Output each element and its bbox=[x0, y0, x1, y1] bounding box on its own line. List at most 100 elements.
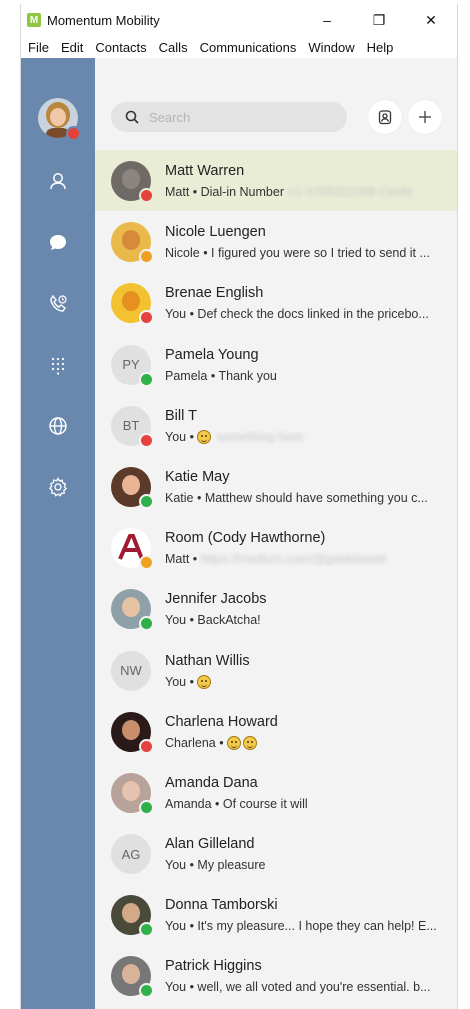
avatar: PY bbox=[111, 344, 154, 387]
contact-name: Nathan Willis bbox=[165, 652, 250, 669]
preview-text: Amanda • Of course it will bbox=[165, 796, 308, 811]
preview-text: You • bbox=[165, 674, 194, 689]
contact-name: Bill T bbox=[165, 407, 197, 424]
chat-icon[interactable] bbox=[43, 228, 73, 258]
avatar bbox=[111, 772, 154, 815]
conversation-item[interactable]: Charlena Howard Charlena • bbox=[95, 701, 457, 762]
contact-card-button[interactable] bbox=[368, 100, 402, 134]
contacts-icon[interactable] bbox=[43, 166, 73, 196]
presence-available-icon bbox=[139, 983, 154, 999]
avatar bbox=[111, 956, 154, 999]
close-button[interactable]: ✕ bbox=[405, 4, 457, 36]
contact-name: Brenae English bbox=[165, 285, 264, 302]
search-input[interactable] bbox=[149, 109, 329, 125]
avatar-initials: NW bbox=[111, 650, 151, 691]
preview-text: You • It's my pleasure... I hope they ca… bbox=[165, 919, 437, 934]
avatar bbox=[111, 466, 154, 509]
avatar-initials: AG bbox=[111, 834, 151, 875]
conversation-item[interactable]: PY Pamela Young Pamela • Thank you bbox=[95, 334, 457, 395]
presence-busy-icon bbox=[139, 310, 154, 326]
plus-icon bbox=[419, 111, 431, 123]
contact-name: Nicole Luengen bbox=[165, 224, 266, 241]
contact-name: Katie May bbox=[165, 468, 230, 485]
avatar bbox=[111, 283, 154, 326]
sidebar bbox=[21, 58, 95, 1009]
presence-available-icon bbox=[139, 799, 154, 815]
preview-text: Matt • Dial-in Number bbox=[165, 185, 284, 199]
presence-available-icon bbox=[139, 616, 154, 632]
preview-text: You • Def check the docs linked in the p… bbox=[165, 307, 429, 322]
preview-text: You • BackAtcha! bbox=[165, 613, 261, 628]
dialpad-icon[interactable] bbox=[43, 350, 73, 380]
minimize-button[interactable]: – bbox=[301, 4, 353, 36]
redacted-text: +1-4706321008 Confe bbox=[287, 185, 413, 199]
phone-icon[interactable] bbox=[43, 289, 73, 319]
restore-button[interactable]: ❐ bbox=[353, 4, 405, 36]
message-preview: You • something here bbox=[165, 429, 447, 444]
conversation-item[interactable]: NW Nathan Willis You • bbox=[95, 640, 457, 701]
menu-edit[interactable]: Edit bbox=[61, 40, 83, 55]
preview-text: You • well, we all voted and you're esse… bbox=[165, 980, 431, 995]
menu-contacts[interactable]: Contacts bbox=[95, 40, 146, 55]
new-conversation-button[interactable] bbox=[408, 100, 442, 134]
message-preview: Charlena • bbox=[165, 735, 447, 750]
conversation-item[interactable]: Nicole Luengen Nicole • I figured you wer… bbox=[95, 211, 457, 272]
contact-name: Pamela Young bbox=[165, 346, 259, 363]
avatar bbox=[111, 161, 154, 203]
message-preview: Nicole • I figured you were so I tried t… bbox=[165, 246, 447, 260]
preview-text: Katie • Matthew should have something yo… bbox=[165, 490, 428, 505]
emoji-icon bbox=[197, 674, 212, 689]
conversation-item[interactable]: BT Bill T You • something here bbox=[95, 395, 457, 456]
avatar: NW bbox=[111, 650, 151, 691]
contact-name: Alan Gilleland bbox=[165, 836, 255, 853]
conversation-item[interactable]: Matt Warren Matt • Dial-in Number +1-4706… bbox=[95, 150, 457, 212]
avatar: AG bbox=[111, 834, 151, 875]
presence-available-icon bbox=[139, 371, 154, 387]
conversation-item[interactable]: Donna Tamborski You • It's my pleasure...… bbox=[95, 884, 457, 945]
menu-communications[interactable]: Communications bbox=[200, 40, 297, 55]
conversation-item[interactable]: Jennifer Jacobs You • BackAtcha! bbox=[95, 578, 457, 639]
conversation-item[interactable]: Brenae English You • Def check the docs l… bbox=[95, 272, 457, 333]
avatar bbox=[111, 711, 154, 754]
conversation-list: Matt Warren Matt • Dial-in Number +1-4706… bbox=[95, 150, 457, 1007]
message-preview: Pamela • Thank you bbox=[165, 369, 447, 383]
message-preview: You • It's my pleasure... I hope they ca… bbox=[165, 919, 447, 933]
globe-icon[interactable] bbox=[43, 411, 73, 441]
emoji-icon bbox=[197, 429, 212, 444]
window-title: Momentum Mobility bbox=[47, 12, 160, 28]
presence-available-icon bbox=[139, 493, 154, 509]
contact-name: Room (Cody Hawthorne) bbox=[165, 530, 326, 547]
menu-help[interactable]: Help bbox=[367, 40, 394, 55]
presence-busy-icon bbox=[139, 432, 154, 448]
menu-calls[interactable]: Calls bbox=[159, 40, 188, 55]
avatar bbox=[111, 589, 154, 632]
conversation-item[interactable]: Patrick Higgins You • well, we all voted … bbox=[95, 945, 457, 1006]
presence-busy-icon bbox=[139, 188, 154, 203]
menu-bar: File Edit Contacts Calls Communications … bbox=[21, 36, 457, 58]
menu-window[interactable]: Window bbox=[308, 40, 354, 55]
contact-name: Jennifer Jacobs bbox=[165, 591, 267, 608]
menu-file[interactable]: File bbox=[28, 40, 49, 55]
conversation-item[interactable]: Amanda Dana Amanda • Of course it will bbox=[95, 762, 457, 823]
app-logo-icon: M bbox=[27, 13, 41, 27]
preview-text: Charlena • bbox=[165, 735, 224, 750]
message-preview: You • BackAtcha! bbox=[165, 613, 447, 627]
preview-text: Pamela • Thank you bbox=[165, 368, 277, 383]
search-bar[interactable] bbox=[111, 102, 347, 132]
message-preview: Katie • Matthew should have something yo… bbox=[165, 491, 447, 505]
message-preview: Amanda • Of course it will bbox=[165, 797, 447, 811]
my-presence-busy-icon bbox=[66, 126, 81, 141]
redacted-text: https://medium.com/@geekinavet bbox=[200, 552, 387, 567]
settings-icon[interactable] bbox=[43, 472, 73, 502]
avatar bbox=[111, 895, 154, 938]
message-preview: Matt • https://medium.com/@geekinavet bbox=[165, 552, 447, 566]
conversation-item[interactable]: AG Alan Gilleland You • My pleasure bbox=[95, 823, 457, 884]
contact-name: Donna Tamborski bbox=[165, 897, 278, 914]
contact-name: Amanda Dana bbox=[165, 774, 258, 791]
conversation-item[interactable]: Room (Cody Hawthorne) Matt • https://medi… bbox=[95, 517, 457, 578]
preview-text: You • bbox=[165, 429, 194, 444]
conversation-item[interactable]: Katie May Katie • Matthew should have som… bbox=[95, 456, 457, 517]
search-icon bbox=[125, 110, 139, 124]
title-bar[interactable]: M Momentum Mobility – ❐ ✕ bbox=[21, 4, 457, 36]
message-preview: You • bbox=[165, 674, 447, 689]
